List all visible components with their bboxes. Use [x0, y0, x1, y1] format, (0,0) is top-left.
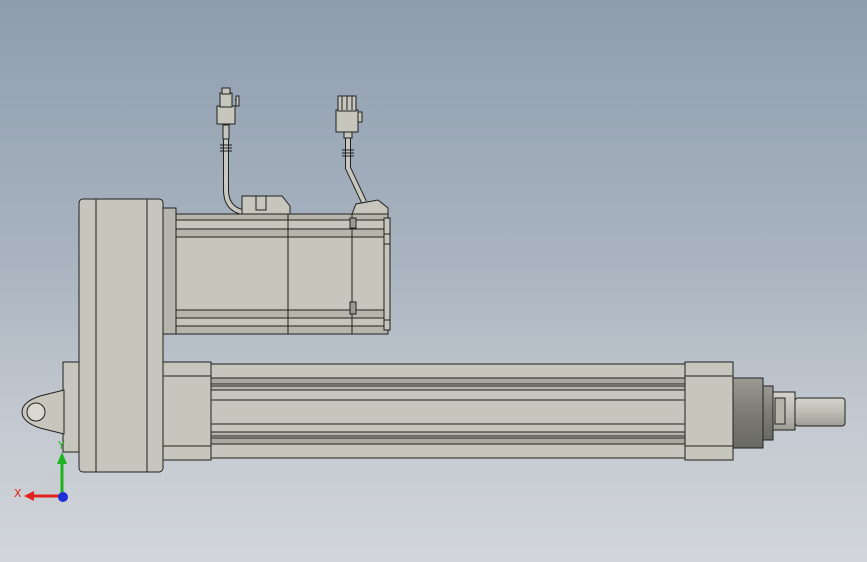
rod-end: [732, 377, 846, 449]
connector-right: [335, 95, 363, 139]
servo-motor: [162, 195, 391, 335]
actuator-tube: [162, 361, 734, 461]
cad-viewport[interactable]: X Y: [0, 0, 867, 562]
motor-cable-right: [342, 132, 367, 204]
actuator-drawing[interactable]: X Y: [0, 0, 867, 562]
motor-cable-left: [220, 124, 243, 215]
connector-left: [216, 87, 240, 125]
gear-housing: [21, 198, 177, 473]
y-axis-label: Y: [57, 439, 65, 452]
x-axis-label: X: [14, 487, 22, 500]
coordinate-triad: X Y: [14, 439, 68, 502]
